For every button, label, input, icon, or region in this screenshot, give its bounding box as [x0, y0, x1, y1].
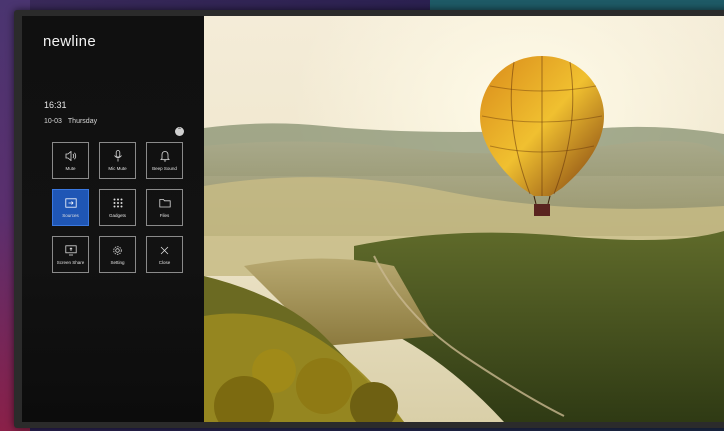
sources-button[interactable]: Sources [52, 189, 89, 226]
chevron-up-icon[interactable]: ⌃ [175, 127, 184, 136]
control-sidebar: newline 16:31 10-03 Thursday ⌃ Mute Mic M… [22, 16, 204, 422]
close-icon [160, 244, 169, 256]
clock-time: 16:31 [44, 100, 67, 110]
tile-label-beep-sound: Beep Sound [152, 166, 177, 171]
files-button[interactable]: Files [146, 189, 183, 226]
tile-label-screen-share: Screen Share [56, 260, 85, 265]
folder-icon [158, 197, 171, 209]
clock-date: 10-03 Thursday [44, 118, 97, 125]
gear-icon [112, 244, 123, 256]
close-button[interactable]: Close [146, 236, 183, 273]
weekday-text: Thursday [67, 118, 98, 125]
tile-label-close: Close [158, 260, 171, 265]
grid-dots-icon [113, 197, 123, 209]
wallpaper-balloon-landscape [204, 16, 724, 422]
tile-label-mic-mute: Mic Mute [108, 166, 127, 171]
tile-label-setting: Setting [110, 260, 125, 265]
bell-icon [159, 150, 170, 162]
mic-mute-button[interactable]: Mic Mute [99, 142, 136, 179]
tile-label-files: Files [159, 213, 170, 218]
tile-label-mute: Mute [65, 166, 76, 171]
date-text: 10-03 [44, 118, 62, 125]
screen-share-button[interactable]: Screen Share [52, 236, 89, 273]
microphone-icon [113, 150, 123, 162]
tile-label-gadgets: Gadgets [108, 213, 126, 218]
gadgets-button[interactable]: Gadgets [99, 189, 136, 226]
display-screen: newline 16:31 10-03 Thursday ⌃ Mute Mic M… [22, 16, 724, 422]
beep-sound-button[interactable]: Beep Sound [146, 142, 183, 179]
screen-share-icon [64, 244, 77, 256]
brand-logo: newline [43, 33, 96, 50]
setting-button[interactable]: Setting [99, 236, 136, 273]
mute-button[interactable]: Mute [52, 142, 89, 179]
speaker-icon [65, 150, 77, 162]
tile-label-sources: Sources [62, 213, 79, 218]
input-source-icon [64, 197, 77, 209]
